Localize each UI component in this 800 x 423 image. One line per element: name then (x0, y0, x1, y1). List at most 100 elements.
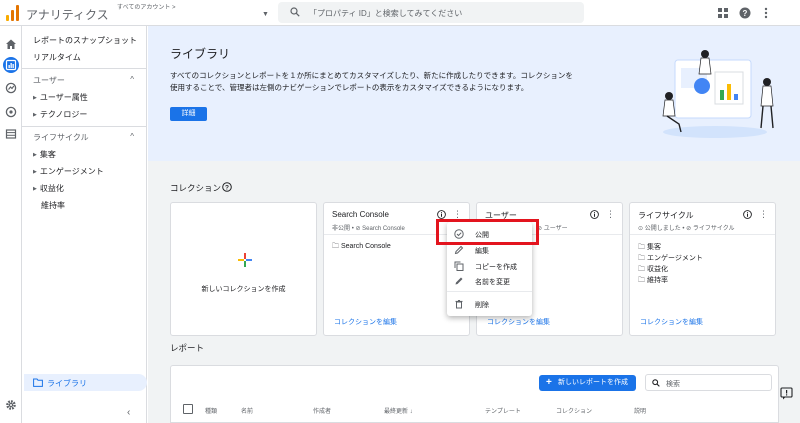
nav-section-user[interactable]: ユーザー (33, 75, 65, 86)
chevron-up-icon[interactable]: ^ (130, 75, 134, 84)
info-icon[interactable] (437, 210, 446, 219)
configure-icon[interactable] (5, 128, 17, 140)
collections-title: コレクション (170, 183, 222, 193)
nav-item-tech[interactable]: ▶ テクノロジー (33, 109, 87, 120)
published-icon: ⊙ (638, 226, 645, 232)
explore-icon[interactable] (5, 82, 17, 94)
nav-section-lifecycle[interactable]: ライフサイクル (33, 132, 89, 143)
banner-description: すべてのコレクションとレポートを１か所にまとめてカスタマイズしたり、新たに作成し… (170, 70, 600, 94)
collection-title: Search Console (332, 210, 389, 219)
folder-icon (33, 378, 43, 387)
account-dropdown-icon[interactable]: ▼ (262, 11, 269, 18)
search-bar[interactable]: 「プロパティ ID」と検索してみてください (278, 2, 584, 23)
more-vert-icon[interactable] (760, 7, 772, 19)
arrow-right-icon: ▶ (33, 112, 37, 118)
reports-icon[interactable] (5, 59, 17, 71)
banner-description-line: すべてのコレクションとレポートを１か所にまとめてカスタマイズしたり、新たに作成し… (170, 71, 573, 80)
column-header[interactable]: 作成者 (313, 406, 331, 415)
menu-item-copy[interactable]: コピーを作成 (447, 258, 532, 273)
more-vert-icon[interactable]: ⋮ (453, 209, 462, 219)
report-search-placeholder: 検索 (666, 381, 680, 388)
collection-card[interactable]: ライフサイクル ⋮ ⊙ 公開しました • ⊘ ライフサイクル 🗀 集客 🗀 エン… (629, 202, 776, 336)
publish-highlight-box (436, 219, 539, 245)
nav-item-acquisition[interactable]: ▶ 集客 (33, 149, 56, 160)
edit-collection-link[interactable]: コレクションを編集 (334, 317, 397, 327)
menu-divider (447, 291, 532, 292)
plus-icon: + (546, 377, 552, 388)
nav-item-snapshot[interactable]: レポートのスナップショット (33, 35, 137, 46)
learn-more-button[interactable]: 詳細 (170, 107, 207, 121)
menu-item-label: 名前を変更 (475, 279, 510, 286)
folder-icon: 🗀 (638, 244, 647, 251)
info-icon[interactable] (743, 210, 752, 219)
nav-item-label: テクノロジー (39, 110, 88, 119)
folder-label: 集客 (646, 244, 661, 251)
folder-label: エンゲージメント (646, 255, 703, 262)
nav-item-demographics[interactable]: ▶ ユーザー属性 (33, 92, 88, 103)
rename-icon (455, 277, 463, 285)
collection-meta-name: ライフサイクル (692, 226, 735, 232)
edit-collection-link[interactable]: コレクションを編集 (487, 317, 550, 327)
column-header[interactable]: テンプレート (485, 406, 521, 415)
more-vert-icon[interactable]: ⋮ (759, 209, 768, 219)
banner-description-line: 使用することで、管理者は左側のナビゲーションでレポートの表示をカスタマイズできる… (170, 83, 529, 92)
help-icon[interactable]: ? (222, 182, 232, 192)
library-banner: ライブラリ すべてのコレクションとレポートを１か所にまとめてカスタマイズしたり、… (148, 26, 800, 161)
report-search-input[interactable]: 検索 (645, 374, 772, 391)
account-selector[interactable]: すべてのアカウント > (117, 2, 176, 11)
collection-meta-name: ユーザー (543, 226, 568, 232)
select-all-checkbox[interactable] (183, 404, 193, 414)
collection-status: 非公開 (332, 226, 351, 232)
column-header[interactable]: 名前 (241, 406, 253, 415)
folder-icon: 🗀 (638, 266, 647, 273)
search-icon (652, 379, 660, 387)
nav-item-monetization[interactable]: ▶ 収益化 (33, 183, 64, 194)
nav-item-library[interactable]: ライブラリ (24, 374, 147, 391)
new-report-button[interactable]: + 新しいレポートを作成 (539, 375, 636, 391)
svg-text:?: ? (225, 184, 229, 191)
link-icon: • ⊘ (682, 226, 693, 232)
chevron-up-icon[interactable]: ^ (130, 132, 134, 141)
search-icon (290, 7, 300, 17)
info-icon[interactable] (590, 210, 599, 219)
search-placeholder: 「プロパティ ID」と検索してみてください (309, 9, 463, 18)
nav-item-engagement[interactable]: ▶ エンゲージメント (33, 166, 104, 177)
menu-item-delete[interactable]: 削除 (447, 296, 532, 311)
more-vert-icon[interactable]: ⋮ (606, 209, 615, 219)
nav-item-label: ユーザー属性 (39, 93, 88, 102)
arrow-right-icon: ▶ (33, 186, 37, 192)
link-icon: • ⊘ (351, 226, 363, 232)
collection-meta: 非公開 • ⊘ Search Console (332, 223, 405, 232)
help-icon[interactable]: ? (739, 7, 751, 19)
collection-title: ライフサイクル (638, 211, 694, 220)
apps-icon[interactable] (717, 7, 729, 19)
new-report-label: 新しいレポートを作成 (558, 379, 628, 386)
column-header[interactable]: 最終更新 ↓ (384, 406, 413, 415)
arrow-right-icon: ▶ (33, 152, 37, 158)
column-header-label: 最終更新 (384, 409, 409, 415)
nav-item-retention[interactable]: 維持率 (41, 200, 65, 211)
column-header[interactable]: コレクション (556, 406, 592, 415)
feedback-icon[interactable] (780, 387, 793, 400)
left-rail (0, 26, 22, 423)
column-header[interactable]: 種類 (205, 406, 217, 415)
home-icon[interactable] (5, 38, 17, 50)
page-title: ライブラリ (170, 47, 231, 61)
arrow-right-icon: ▶ (33, 169, 37, 175)
edit-collection-link[interactable]: コレクションを編集 (640, 317, 703, 327)
new-collection-card[interactable]: 新しいコレクションを作成 (170, 202, 317, 336)
advertising-icon[interactable] (5, 106, 17, 118)
collection-meta: ⊘ ユーザー (537, 223, 568, 232)
nav-divider (22, 126, 147, 127)
collection-folder: 🗀 Search Console (332, 242, 391, 253)
analytics-logo-icon[interactable] (6, 5, 19, 21)
column-header[interactable]: 説明 (634, 406, 646, 415)
reports-title: レポート (170, 343, 205, 353)
collapse-nav-button[interactable]: ‹ (127, 407, 130, 418)
menu-item-rename[interactable]: 名前を変更 (447, 273, 532, 288)
settings-icon[interactable] (5, 399, 17, 411)
collection-status: 公開しました (644, 226, 681, 232)
svg-text:?: ? (743, 9, 748, 18)
nav-item-label: エンゲージメント (39, 167, 104, 176)
nav-item-realtime[interactable]: リアルタイム (33, 52, 81, 63)
